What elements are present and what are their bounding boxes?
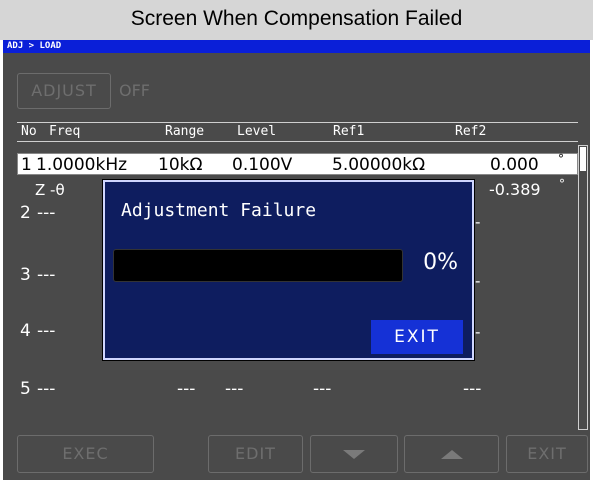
table-row-1[interactable]: 1 1.0000kHz 10kΩ 0.100V 5.00000kΩ 0.000 … [17, 152, 578, 175]
row-ref1: 5.00000kΩ [332, 155, 426, 175]
row-freq: --- [37, 321, 56, 341]
progress-percent: 0% [423, 250, 458, 275]
row4-dash: - [475, 323, 481, 341]
table-scrollbar[interactable] [578, 145, 588, 430]
row2-dash: - [475, 213, 481, 231]
row-range: 10kΩ [158, 155, 203, 175]
adjust-button[interactable]: ADJUST [17, 73, 111, 109]
header-no: No [21, 124, 37, 139]
table-header: No Freq Range Level Ref1 Ref2 [17, 122, 578, 142]
row3-dash: - [475, 272, 481, 290]
degree-unit: ° [559, 177, 565, 191]
adjust-state: OFF [119, 81, 150, 100]
row-freq: --- [37, 265, 56, 285]
row-level: 0.100V [232, 155, 293, 175]
exit-button[interactable]: EXIT [506, 435, 588, 473]
up-arrow-icon [440, 450, 463, 459]
down-arrow-icon [343, 450, 365, 459]
row-range: --- [177, 379, 196, 399]
figure-caption: Screen When Compensation Failed [0, 0, 593, 40]
breadcrumb: ADJ > LOAD [3, 40, 590, 53]
adjustment-failure-dialog: Adjustment Failure 0% EXIT [102, 179, 475, 361]
row-no: 2 [20, 203, 31, 223]
degree-unit: ° [558, 152, 564, 166]
row-freq: --- [37, 379, 56, 399]
row-freq: --- [37, 203, 56, 223]
edit-button[interactable]: EDIT [208, 435, 303, 473]
exec-button[interactable]: EXEC [17, 435, 154, 473]
header-range: Range [165, 124, 205, 139]
row-no: 3 [20, 265, 31, 285]
row-no: 1 [21, 155, 32, 175]
up-button[interactable] [404, 435, 499, 473]
instrument-screen: ADJ > LOAD ADJUST OFF No Freq Range Leve… [3, 40, 590, 480]
row-no: 5 [20, 379, 31, 399]
dialog-exit-button[interactable]: EXIT [371, 320, 463, 354]
row-ref2: 0.000 [490, 155, 539, 175]
header-ref1: Ref1 [333, 124, 365, 139]
row-ref1: --- [313, 379, 332, 399]
down-button[interactable] [310, 435, 398, 473]
row1-parameter: Z -θ [35, 181, 65, 199]
row2-ref2: -0.389 [489, 180, 541, 199]
row-ref2: --- [463, 379, 482, 399]
header-ref2: Ref2 [455, 124, 487, 139]
row-no: 4 [20, 321, 31, 341]
row-freq: 1.0000kHz [36, 155, 128, 175]
table-row-5[interactable]: 5 --- --- --- --- --- [17, 378, 578, 400]
row-level: --- [225, 379, 244, 399]
header-level: Level [237, 124, 277, 139]
progress-bar [113, 249, 403, 282]
dialog-title: Adjustment Failure [121, 200, 317, 221]
header-freq: Freq [49, 124, 81, 139]
scrollbar-thumb[interactable] [580, 147, 586, 171]
